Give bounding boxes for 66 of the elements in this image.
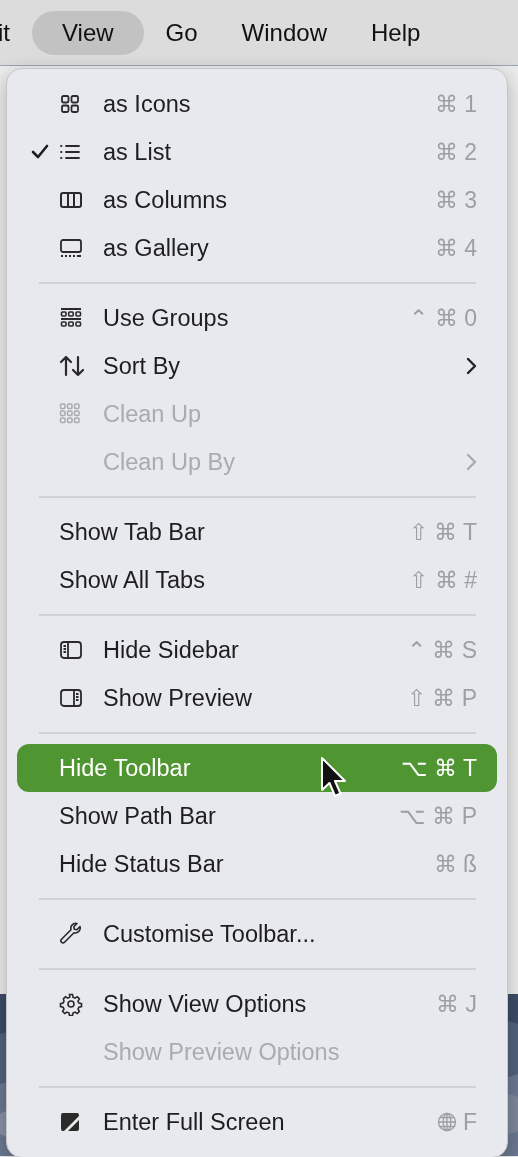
menu-item[interactable]: Customise Toolbar... bbox=[17, 910, 497, 958]
gallery-icon bbox=[59, 237, 83, 259]
shortcut-text: ⇧ ⌘ # bbox=[409, 566, 477, 594]
shortcut-text: ⌘ 3 bbox=[434, 186, 477, 214]
shortcut-text: ⌃ ⌘ 0 bbox=[409, 304, 477, 332]
shortcut-text: ⇧ ⌘ P bbox=[406, 684, 477, 712]
sort-icon bbox=[59, 354, 85, 378]
menu-bar-item[interactable]: Go bbox=[143, 10, 220, 55]
menu-bar-item[interactable]: it bbox=[0, 10, 32, 55]
menu-item[interactable]: Show Tab Bar ⇧ ⌘ T bbox=[17, 508, 497, 556]
settings-icon bbox=[59, 992, 83, 1016]
menu-item-label: Hide Toolbar bbox=[59, 754, 191, 782]
menu-bar-item[interactable]: Window bbox=[219, 10, 349, 55]
menu-item-label: Show Preview bbox=[103, 684, 252, 712]
menu-item-label: as Columns bbox=[103, 186, 228, 214]
shortcut-text: ⌘ 1 bbox=[434, 90, 477, 118]
menu-item[interactable]: Use Groups ⌃ ⌘ 0 bbox=[17, 294, 497, 342]
grid-icon bbox=[59, 402, 81, 426]
shortcut-text: ⇧ ⌘ T bbox=[408, 518, 477, 546]
shortcut-text: ⌘ ß bbox=[433, 850, 477, 878]
menu-item[interactable]: as Columns ⌘ 3 bbox=[17, 176, 497, 224]
menu-item[interactable]: Sort By bbox=[17, 342, 497, 390]
preview-pane-icon bbox=[59, 687, 83, 709]
shortcut-text: ⌥ ⌘ P bbox=[398, 802, 477, 830]
groups-icon bbox=[59, 306, 83, 330]
wrench-icon bbox=[59, 922, 83, 946]
menu-bar-item[interactable]: Help bbox=[348, 10, 443, 55]
menu-item-label: Show All Tabs bbox=[59, 566, 205, 594]
menu-item-label: Sort By bbox=[103, 352, 181, 380]
shortcut-text: ⌘ 4 bbox=[434, 234, 477, 262]
shortcut-text: ⌘ J bbox=[436, 990, 477, 1018]
columns-icon bbox=[59, 189, 83, 211]
menu-item-label: Hide Status Bar bbox=[59, 850, 224, 878]
menu-item[interactable]: as Icons ⌘ 1 bbox=[17, 80, 497, 128]
menu-item[interactable]: Show All Tabs ⇧ ⌘ # bbox=[17, 556, 497, 604]
sidebar-icon bbox=[59, 639, 83, 661]
menu-item-label: Customise Toolbar... bbox=[103, 920, 316, 948]
menu-item[interactable]: Enter Full Screen F bbox=[17, 1098, 497, 1146]
menu-item[interactable]: as Gallery ⌘ 4 bbox=[17, 224, 497, 272]
shortcut-text: ⌘ 2 bbox=[434, 138, 477, 166]
menu-item-label: Show Path Bar bbox=[59, 802, 216, 830]
menu-item[interactable]: Hide Status Bar ⌘ ß bbox=[17, 840, 497, 888]
shortcut-text: F bbox=[462, 1108, 477, 1136]
menu-item-label: Show View Options bbox=[103, 990, 307, 1018]
menu-item-label: Use Groups bbox=[103, 304, 229, 332]
menu-item[interactable]: Show Preview ⇧ ⌘ P bbox=[17, 674, 497, 722]
menu-item[interactable]: Show View Options ⌘ J bbox=[17, 980, 497, 1028]
shortcut-text: ⌃ ⌘ S bbox=[406, 636, 477, 664]
fullscreen-icon bbox=[59, 1111, 81, 1133]
menu-item-label: Show Preview Options bbox=[103, 1038, 340, 1066]
menu-item[interactable]: as List ⌘ 2 bbox=[17, 128, 497, 176]
globe-icon bbox=[436, 1112, 457, 1132]
menu-bar-item[interactable]: View bbox=[32, 10, 144, 55]
menu-item-label: Hide Sidebar bbox=[103, 636, 239, 664]
grid-icon bbox=[59, 93, 81, 115]
mouse-pointer-icon bbox=[319, 756, 349, 800]
menu-item-label: as Gallery bbox=[103, 234, 209, 262]
menu-item[interactable]: Show Path Bar ⌥ ⌘ P bbox=[17, 792, 497, 840]
menu-item-label: Enter Full Screen bbox=[103, 1108, 285, 1136]
shortcut-text: ⌥ ⌘ T bbox=[400, 754, 477, 782]
menu-item-label: Show Tab Bar bbox=[59, 518, 205, 546]
menu-item[interactable]: Hide Sidebar ⌃ ⌘ S bbox=[17, 626, 497, 674]
menu-item-label: as List bbox=[103, 138, 171, 166]
menu-item-label: Clean Up bbox=[103, 400, 201, 428]
menu-item-label: as Icons bbox=[103, 90, 191, 118]
menu-item-label: Clean Up By bbox=[103, 448, 235, 476]
